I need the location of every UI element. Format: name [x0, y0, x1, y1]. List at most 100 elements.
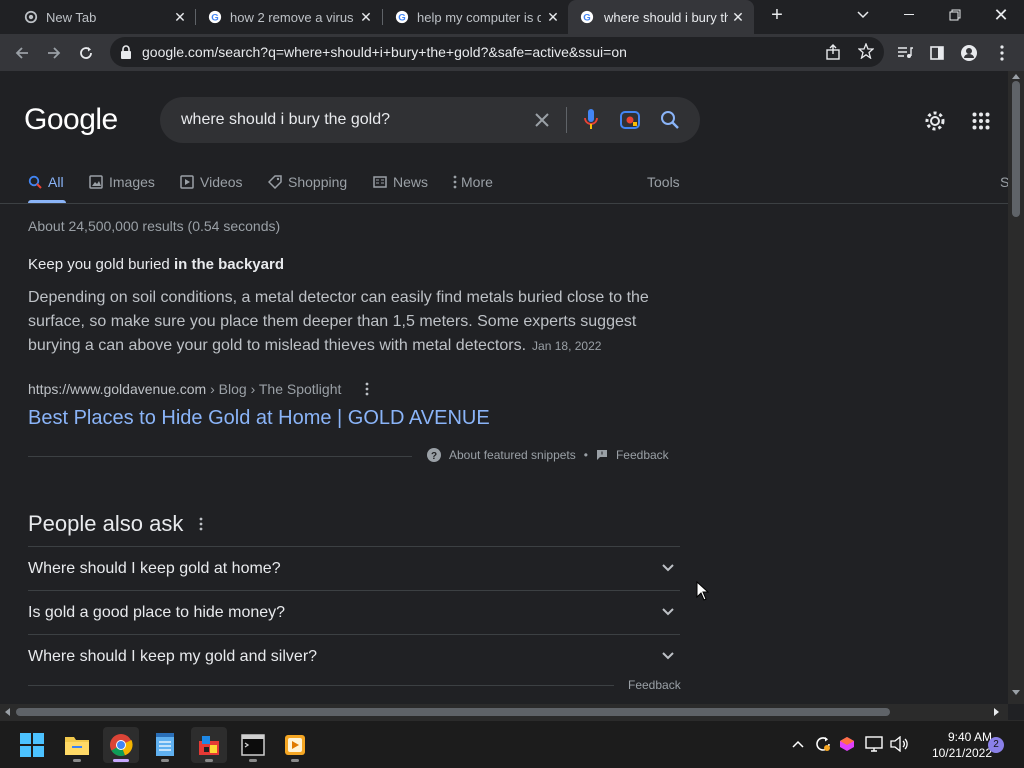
more-vert-icon[interactable]	[199, 517, 203, 531]
tray-volume[interactable]	[890, 735, 908, 753]
search-box[interactable]: where should i bury the gold?	[160, 97, 700, 143]
tools-button[interactable]: Tools	[647, 172, 680, 192]
lens-camera-icon[interactable]	[620, 110, 640, 130]
more-vert-icon[interactable]	[365, 382, 369, 396]
avatar-icon	[961, 45, 977, 61]
tab-search-button[interactable]	[840, 0, 886, 30]
start-button[interactable]	[14, 727, 50, 763]
media-player-icon	[285, 735, 305, 755]
tray-network[interactable]	[865, 735, 883, 753]
tab-more[interactable]: More	[453, 172, 493, 192]
svg-text:?: ?	[431, 451, 437, 462]
running-indicator	[113, 759, 129, 762]
paa-feedback-link[interactable]: Feedback	[628, 678, 681, 692]
minimize-button[interactable]	[886, 0, 932, 30]
search-results-page: Google where should i bury the gold? All…	[0, 71, 1008, 704]
paa-question[interactable]: Where should I keep my gold and silver?	[28, 634, 680, 678]
share-icon[interactable]	[825, 44, 841, 60]
snippet-feedback-link[interactable]: Feedback	[616, 448, 669, 462]
tab-title: where should i bury the	[604, 9, 728, 25]
clock-date: 10/21/2022	[931, 746, 992, 760]
microphone-icon[interactable]	[584, 109, 598, 131]
taskbar-paint-app[interactable]	[191, 727, 227, 763]
scroll-left-icon[interactable]	[4, 708, 10, 716]
google-g-icon: G	[395, 10, 409, 24]
cite-url: https://www.goldavenue.com	[28, 381, 207, 397]
windows-logo-icon	[20, 733, 44, 757]
tray-overflow-button[interactable]	[789, 735, 807, 753]
horizontal-scroll-thumb[interactable]	[16, 708, 890, 716]
close-icon[interactable]: ✕	[358, 9, 374, 25]
chevron-up-icon	[792, 740, 804, 748]
close-icon[interactable]: ✕	[545, 9, 561, 25]
notification-badge[interactable]: 2	[988, 737, 1004, 753]
nav-divider	[0, 203, 1008, 204]
play-icon	[180, 175, 194, 189]
minimize-icon	[904, 14, 914, 15]
chrome-icon	[110, 734, 133, 756]
tools-label: Tools	[647, 174, 680, 190]
result-cite[interactable]: https://www.goldavenue.com › Blog › The …	[28, 381, 369, 397]
tab-images[interactable]: Images	[89, 172, 155, 192]
settings-gear-icon[interactable]	[924, 110, 946, 132]
address-bar[interactable]: google.com/search?q=where+should+i+bury+…	[110, 37, 884, 67]
paa-question[interactable]: Where should I keep gold at home?	[28, 546, 680, 590]
tab-news[interactable]: News	[373, 172, 428, 192]
result-stats: About 24,500,000 results (0.54 seconds)	[28, 218, 281, 234]
tab-help-computer[interactable]: G help my computer is de ✕	[395, 0, 565, 34]
bookmark-star-icon[interactable]	[858, 43, 874, 59]
taskbar-file-explorer[interactable]	[59, 727, 95, 763]
chrome-menu-button[interactable]	[988, 39, 1016, 67]
about-snippets-link[interactable]: About featured snippets	[449, 448, 576, 462]
tab-label: Shopping	[288, 174, 348, 190]
new-tab-button[interactable]: +	[766, 0, 788, 30]
back-button[interactable]	[8, 39, 36, 67]
tab-videos[interactable]: Videos	[180, 172, 243, 192]
taskbar-media-player[interactable]	[277, 727, 313, 763]
apps-grid-icon[interactable]	[972, 112, 990, 130]
scroll-down-icon[interactable]	[1012, 690, 1020, 696]
media-control-button[interactable]	[891, 39, 919, 67]
profile-button[interactable]	[955, 39, 983, 67]
paa-question[interactable]: Is gold a good place to hide money?	[28, 590, 680, 634]
tray-app-icon[interactable]	[838, 735, 856, 753]
news-icon	[373, 176, 387, 188]
running-indicator	[205, 759, 213, 762]
vertical-scrollbar[interactable]	[1008, 71, 1024, 704]
taskbar-chrome[interactable]	[103, 727, 139, 763]
more-vert-icon	[1000, 45, 1004, 61]
tab-all[interactable]: All	[28, 172, 64, 192]
google-g-icon: G	[580, 10, 594, 24]
search-input[interactable]: where should i bury the gold?	[181, 111, 390, 129]
close-icon[interactable]: ✕	[172, 9, 188, 25]
forward-button[interactable]	[40, 39, 68, 67]
clear-icon[interactable]	[534, 112, 550, 128]
taskbar-command-prompt[interactable]	[235, 727, 271, 763]
safesearch-toggle[interactable]: S	[1000, 172, 1008, 192]
cite-breadcrumb: › Blog › The Spotlight	[206, 381, 342, 397]
taskbar: 9:40 AM 10/21/2022 2	[0, 720, 1024, 768]
tray-sync-app[interactable]	[814, 735, 832, 753]
reload-button[interactable]	[72, 39, 100, 67]
browser-toolbar: google.com/search?q=where+should+i+bury+…	[0, 34, 1024, 71]
lock-icon	[121, 45, 131, 59]
tab-virus[interactable]: G how 2 remove a virus - ✕	[208, 0, 378, 34]
taskbar-notepad[interactable]	[147, 727, 183, 763]
taskbar-clock[interactable]: 9:40 AM 10/21/2022	[918, 729, 992, 761]
restore-button[interactable]	[932, 0, 978, 30]
tab-shopping[interactable]: Shopping	[268, 172, 347, 192]
tab-bury-gold[interactable]: G where should i bury the ✕	[568, 0, 754, 34]
horizontal-scrollbar[interactable]	[0, 704, 1008, 720]
tab-new-tab[interactable]: New Tab ✕	[24, 0, 192, 34]
result-title-link[interactable]: Best Places to Hide Gold at Home | GOLD …	[28, 407, 490, 430]
close-icon[interactable]: ✕	[730, 9, 746, 25]
google-logo[interactable]: Google	[24, 103, 118, 137]
vertical-scroll-thumb[interactable]	[1012, 81, 1020, 217]
scroll-right-icon[interactable]	[994, 708, 1000, 716]
tab-label: News	[393, 174, 429, 190]
mouse-cursor-icon	[696, 581, 710, 601]
search-icon[interactable]	[660, 110, 680, 130]
scroll-up-icon[interactable]	[1012, 73, 1020, 79]
close-window-button[interactable]: ✕	[978, 0, 1024, 30]
side-panel-button[interactable]	[923, 39, 951, 67]
